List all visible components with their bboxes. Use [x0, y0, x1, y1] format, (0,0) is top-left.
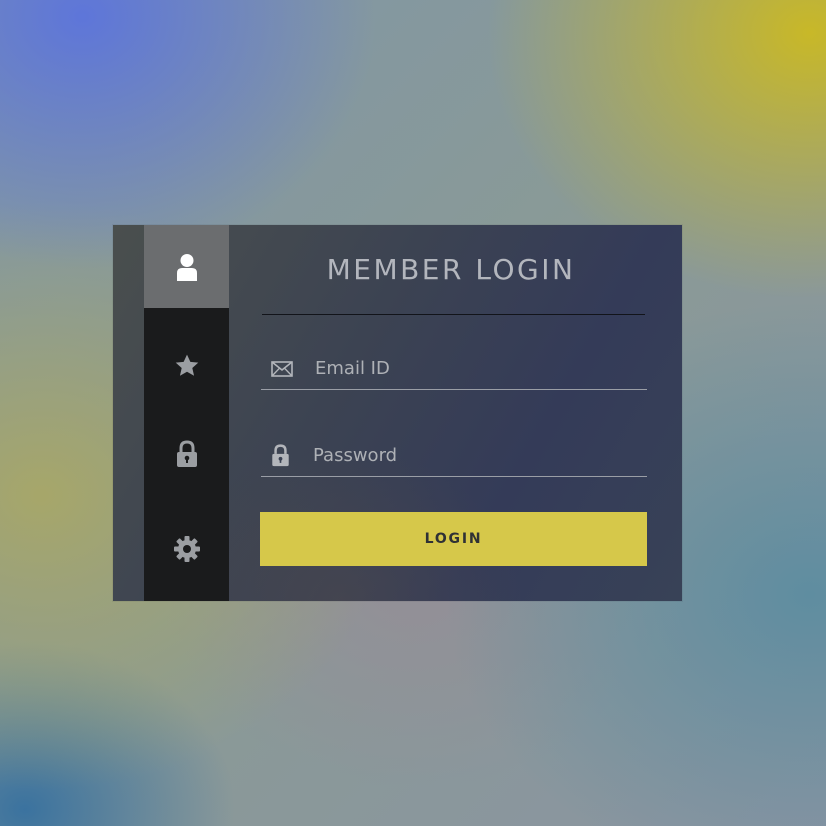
rail-item-settings[interactable]	[144, 526, 229, 572]
title-divider	[262, 314, 645, 315]
email-input[interactable]	[315, 349, 635, 387]
email-field	[261, 349, 647, 390]
password-input[interactable]	[313, 436, 633, 474]
lock-icon	[272, 444, 289, 467]
star-icon	[175, 354, 198, 376]
gear-icon	[173, 536, 200, 562]
login-panel: MEMBER LOGIN LOGIN	[113, 225, 682, 601]
lock-icon	[176, 440, 197, 467]
login-button[interactable]: LOGIN	[260, 512, 647, 566]
side-rail	[144, 225, 229, 601]
user-icon	[176, 253, 197, 281]
rail-item-security[interactable]	[144, 431, 229, 477]
password-field	[261, 436, 647, 477]
rail-item-user[interactable]	[144, 225, 229, 308]
rail-item-favorites[interactable]	[144, 343, 229, 389]
envelope-icon	[271, 361, 293, 377]
page-title: MEMBER LOGIN	[326, 253, 576, 286]
